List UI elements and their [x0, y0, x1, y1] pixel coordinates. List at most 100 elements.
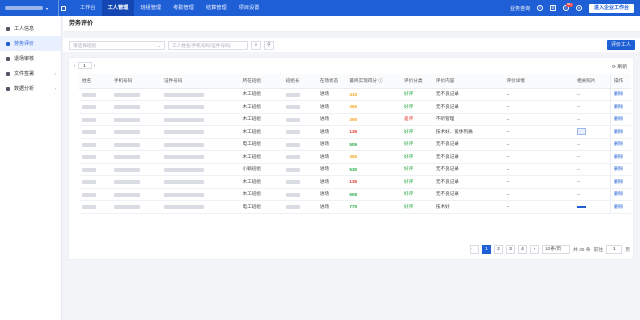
content-cell: 无不良记录	[432, 175, 504, 189]
delete-button[interactable]: 删除	[609, 163, 631, 176]
redacted-cell	[79, 175, 111, 189]
delete-button[interactable]: 删除	[609, 88, 631, 101]
evaluate-worker-button[interactable]: 评价工人	[606, 40, 635, 50]
content-cell: 无不良记录	[432, 100, 504, 114]
table-row: 木工班组 进场 415 好评 无不良记录 -- -- 删除	[79, 88, 631, 101]
photo-cell: --	[574, 100, 611, 114]
status-cell: 进场	[316, 163, 347, 176]
score-cell: 365	[346, 100, 402, 114]
sidebar-item[interactable]: 退场审核	[0, 51, 61, 66]
sidebar-item-icon	[6, 71, 10, 76]
delete-button[interactable]: 删除	[609, 150, 631, 164]
page-number-button[interactable]: 1	[481, 245, 491, 254]
filter-icon[interactable]: ⚲	[264, 40, 274, 50]
redacted-cell	[110, 163, 161, 176]
nav-item[interactable]: 工作台	[74, 0, 102, 16]
mini-pager: ‹ 1 ›	[74, 62, 95, 69]
nav-item[interactable]: 班组管理	[134, 0, 167, 16]
nav-item[interactable]: 结算管理	[200, 0, 233, 16]
column-header: 所在班组	[239, 74, 283, 89]
mini-page-input[interactable]: 1	[77, 62, 92, 69]
pagination: ‹ 1 2 3 4 › 10条/页共 35 条前往 1 页	[464, 245, 630, 254]
support-link[interactable]: 业务咨询	[510, 5, 530, 12]
sidebar-item[interactable]: 劳务评价	[0, 36, 61, 51]
total-count: 共 35 条	[572, 248, 591, 253]
delete-button[interactable]: 删除	[609, 113, 631, 126]
redacted-text	[82, 105, 96, 110]
photo-thumbnail[interactable]	[577, 128, 587, 136]
chevron-down-icon: ▾	[46, 5, 49, 11]
sidebar-item[interactable]: 工人信息	[0, 21, 61, 36]
nav-item[interactable]: 工人管理	[101, 0, 135, 16]
refresh-button[interactable]: ⟳ 刷新	[612, 63, 627, 70]
redacted-text	[82, 117, 96, 122]
page-number-button[interactable]: 2	[493, 245, 503, 254]
column-header: 证件号码	[160, 74, 240, 89]
goto-page-input[interactable]: 1	[606, 245, 623, 254]
redacted-text	[113, 117, 140, 122]
prev-page-button[interactable]: ‹	[469, 245, 479, 254]
team-select[interactable]: 请选择班组 ⌄	[69, 40, 165, 50]
sidebar-item[interactable]: 数据分析 ›	[0, 81, 61, 96]
sidebar-item[interactable]: 文件签署 ›	[0, 66, 61, 81]
redacted-text	[163, 117, 204, 122]
search-icon[interactable]: ⌕	[251, 40, 261, 50]
search-input[interactable]: 工人姓名/手机号码/证件号码/	[168, 40, 248, 50]
photo-cell: --	[574, 150, 611, 164]
delete-button[interactable]: 删除	[609, 138, 631, 151]
redacted-cell	[160, 175, 240, 189]
chevron-right-icon: ›	[54, 86, 56, 91]
nav-item[interactable]: 项目设置	[233, 0, 266, 16]
content-cell: 无不良记录	[432, 163, 504, 176]
photo-thumbnail[interactable]	[577, 206, 587, 209]
delete-button[interactable]: 删除	[609, 100, 631, 114]
project-selector[interactable]: ▾	[0, 0, 58, 16]
bell-icon[interactable]: • 99+	[562, 2, 573, 11]
user-avatar-icon[interactable]: ●	[575, 5, 582, 11]
enter-enterprise-button[interactable]: 进入企业工作台	[588, 3, 634, 13]
page-number-button[interactable]: 4	[517, 245, 527, 254]
evaluation-table: 姓名 手机号码 证件号码 所在班组 班组长 在场状态 最终实现得分 ⓘ 评价分类 评价内容 评价详…	[79, 74, 631, 214]
redacted-text	[82, 130, 96, 135]
status-cell: 进场	[316, 175, 347, 189]
next-page-button[interactable]: ›	[529, 245, 539, 254]
column-header: 相关照片	[574, 74, 611, 89]
redacted-cell	[282, 175, 317, 189]
redacted-cell	[110, 175, 161, 189]
redacted-cell	[110, 200, 161, 214]
column-header: 在场状态	[316, 74, 347, 89]
page-number-button[interactable]: 3	[505, 245, 515, 254]
redacted-cell	[282, 125, 317, 139]
table-row: 木工班组 进场 365 好评 无不良记录 -- -- 删除	[79, 150, 631, 164]
detail-cell: --	[503, 113, 575, 126]
settings-icon[interactable]: ⚙	[549, 5, 556, 11]
page-size-select[interactable]: 10条/页	[541, 245, 570, 254]
delete-button[interactable]: 删除	[609, 125, 631, 139]
nav-item[interactable]: 考勤管理	[167, 0, 200, 16]
chevron-right-icon: ›	[54, 71, 56, 76]
team-cell: 木工班组	[239, 113, 283, 126]
team-cell: 木工班组	[239, 100, 283, 114]
redacted-cell	[282, 150, 317, 164]
delete-button[interactable]: 删除	[609, 200, 631, 214]
detail-cell: --	[503, 138, 575, 151]
score-cell: 365	[346, 150, 402, 164]
project-name-redacted	[5, 6, 43, 10]
redacted-text	[113, 130, 140, 135]
content-cell: 不听管理	[432, 113, 504, 126]
column-header: 评价分类	[401, 74, 433, 89]
table-header-row: 姓名 手机号码 证件号码 所在班组 班组长 在场状态 最终实现得分 ⓘ 评价分类 评价内容 评价详…	[79, 74, 631, 89]
sidebar-item-icon	[6, 86, 10, 91]
sidebar-item-label: 文件签署	[14, 71, 35, 77]
mini-prev-icon[interactable]: ‹	[74, 63, 76, 68]
content-cell: 技术好	[432, 200, 504, 214]
redacted-text	[285, 192, 300, 197]
app-grid-icon[interactable]	[58, 0, 68, 16]
content-cell: 无不良记录	[432, 150, 504, 164]
redacted-cell	[282, 188, 317, 201]
help-icon[interactable]: ?	[536, 5, 543, 11]
redacted-text	[82, 92, 96, 97]
delete-button[interactable]: 删除	[609, 188, 631, 201]
delete-button[interactable]: 删除	[609, 175, 631, 189]
mini-next-icon[interactable]: ›	[94, 63, 96, 68]
